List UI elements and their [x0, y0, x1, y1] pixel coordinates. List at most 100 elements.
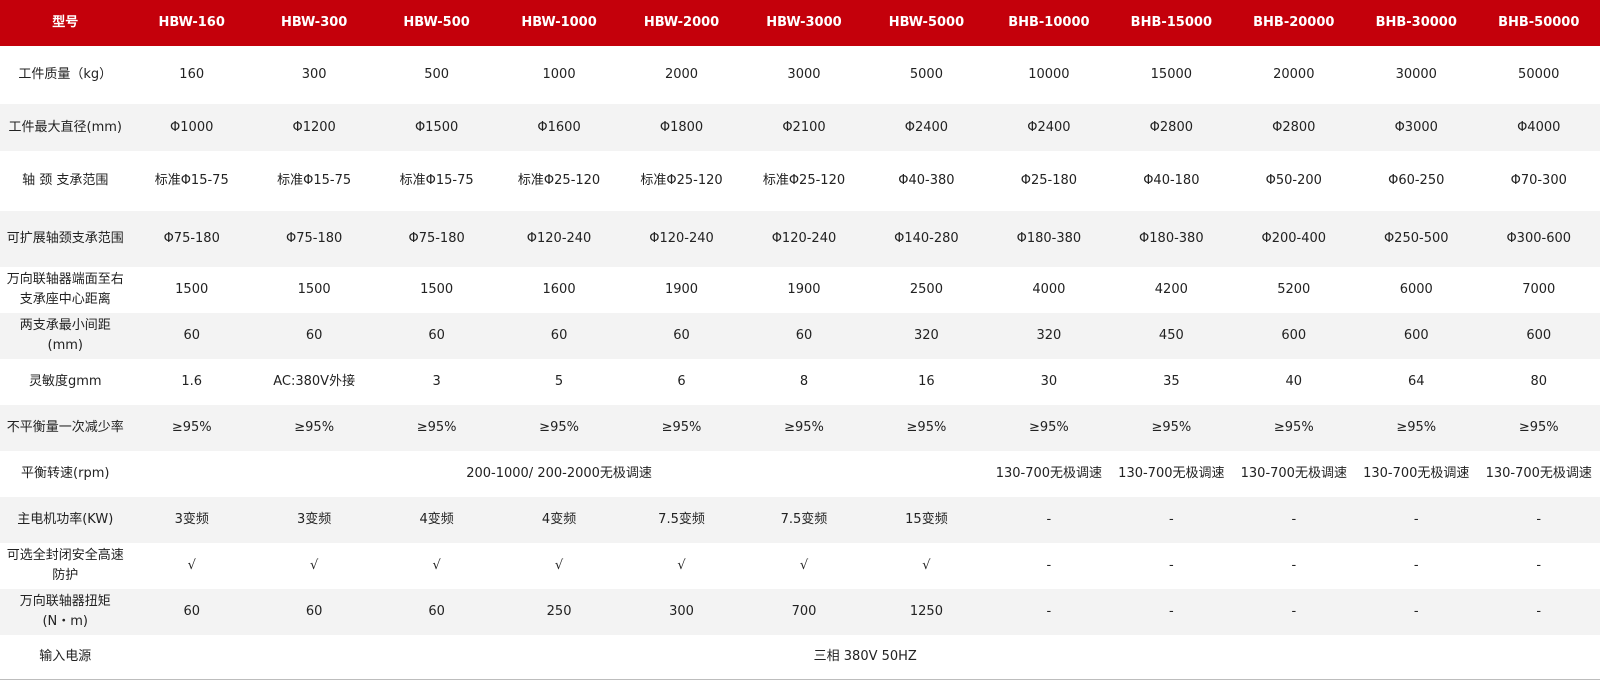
row-label-line: (mm) — [47, 338, 83, 353]
table-row: 灵敏度gmm 1.6 AC:380V外接 3 5 6 8 16 30 35 40… — [0, 359, 1600, 405]
header-cell-model: 型号 — [0, 0, 131, 46]
table-cell: 130-700无极调速 — [1363, 466, 1470, 481]
row-label-line: 万向联轴器扭矩 — [19, 594, 111, 609]
table-cell: 标准Φ15-75 — [154, 173, 229, 188]
table-cell: √ — [922, 558, 931, 573]
table-cell: - — [987, 497, 1111, 543]
table-cell: 3变频 — [130, 497, 253, 543]
table-cell: Φ40-180 — [1143, 173, 1200, 188]
table-cell: - — [1110, 497, 1233, 543]
table-cell: - — [1477, 497, 1600, 543]
table-cell: Φ3000 — [1355, 104, 1478, 151]
table-cell: 60 — [375, 589, 498, 635]
table-cell: 3变频 — [252, 497, 376, 543]
table-cell: Φ70-300 — [1510, 173, 1567, 188]
table-cell: 1250 — [865, 589, 988, 635]
row-label-line: (N・m) — [42, 614, 89, 629]
row-label: 平衡转速(rpm) — [21, 466, 110, 481]
table-cell: 60 — [497, 313, 621, 359]
row-label-line: 万向联轴器端面至右 — [6, 272, 124, 287]
table-cell: Φ120-240 — [497, 211, 621, 267]
table-cell: 1.6 — [181, 374, 203, 389]
table-cell: Φ2800 — [1110, 104, 1233, 151]
table-cell: - — [1232, 589, 1356, 635]
table-cell: Φ1600 — [497, 104, 621, 151]
table-cell: Φ180-380 — [1110, 211, 1233, 267]
table-cell: 40 — [1285, 374, 1303, 389]
table-row: 两支承最小间距 (mm) 60 60 60 60 60 60 320 320 45… — [0, 313, 1600, 359]
header-cell: HBW-5000 — [865, 0, 988, 46]
table-cell: 15000 — [1150, 67, 1193, 82]
table-cell: Φ180-380 — [987, 211, 1111, 267]
table-cell: Φ200-400 — [1232, 211, 1356, 267]
table-cell: 130-700无极调速 — [1485, 466, 1592, 481]
table-cell: 130-700无极调速 — [995, 466, 1103, 481]
table-cell: 4变频 — [497, 497, 621, 543]
table-cell: 60 — [252, 589, 376, 635]
table-cell: 500 — [424, 67, 450, 82]
table-cell: Φ2400 — [865, 104, 988, 151]
table-cell: ≥95% — [1355, 405, 1478, 451]
table-cell: √ — [554, 558, 564, 573]
table-cell: 1500 — [420, 282, 454, 297]
table-cell: Φ60-250 — [1388, 173, 1445, 188]
table-cell: - — [1110, 589, 1233, 635]
table-cell: 60 — [130, 589, 253, 635]
table-cell: 30000 — [1395, 67, 1437, 82]
table-row: 轴 颈 支承范围 标准Φ15-75 标准Φ15-75 标准Φ15-75 标准Φ2… — [0, 151, 1600, 211]
table-row: 工件最大直径(mm) Φ1000 Φ1200 Φ1500 Φ1600 Φ1800… — [0, 104, 1600, 151]
table-cell: 320 — [865, 313, 988, 359]
table-row: 可选全封闭安全高速 防护 √ √ √ √ √ √ √ - - - - - — [0, 543, 1600, 589]
table-cell: 160 — [179, 67, 205, 82]
header-cell: BHB-15000 — [1110, 0, 1233, 46]
table-cell: Φ1000 — [130, 104, 253, 151]
table-cell: Φ120-240 — [620, 211, 743, 267]
table-cell: √ — [187, 558, 196, 573]
header-cell: BHB-30000 — [1355, 0, 1478, 46]
header-cell: HBW-500 — [375, 0, 498, 46]
table-cell: ≥95% — [620, 405, 743, 451]
header-cell: BHB-50000 — [1477, 0, 1600, 46]
table-cell: 60 — [252, 313, 376, 359]
table-cell: 60 — [742, 313, 866, 359]
header-cell: HBW-3000 — [742, 0, 866, 46]
table-cell: ≥95% — [252, 405, 376, 451]
table-cell: 6 — [677, 374, 686, 389]
table-cell: - — [1536, 558, 1542, 573]
table-cell: √ — [799, 558, 809, 573]
table-row: 不平衡量一次减少率 ≥95% ≥95% ≥95% ≥95% ≥95% ≥95% … — [0, 405, 1600, 451]
table-cell: 1600 — [542, 282, 576, 297]
row-label: 不平衡量一次减少率 — [0, 405, 131, 451]
table-cell: √ — [677, 558, 686, 573]
header-cell: HBW-160 — [130, 0, 253, 46]
header-cell: HBW-300 — [252, 0, 376, 46]
table-cell: 320 — [987, 313, 1111, 359]
table-row: 万向联轴器端面至右 支承座中心距离 1500 1500 1500 1600 190… — [0, 267, 1600, 313]
table-cell: 标准Φ25-120 — [640, 173, 723, 188]
row-label: 灵敏度gmm — [28, 374, 102, 389]
table-cell: 250 — [497, 589, 621, 635]
row-label-line: 两支承最小间距 — [19, 318, 111, 333]
table-row: 工件质量（kg） 160 300 500 1000 2000 3000 5000… — [0, 46, 1600, 104]
table-cell: - — [987, 589, 1111, 635]
table-cell: 15变频 — [865, 497, 988, 543]
table-cell: 300 — [301, 67, 327, 82]
table-cell: Φ120-240 — [742, 211, 866, 267]
table-cell: 300 — [620, 589, 743, 635]
merged-cell: 三相 380V 50HZ — [130, 635, 1600, 680]
row-label-line: 支承座中心距离 — [19, 292, 111, 307]
table-cell: Φ1800 — [620, 104, 743, 151]
table-cell: - — [1355, 589, 1478, 635]
table-cell: ≥95% — [497, 405, 621, 451]
table-row: 输入电源 三相 380V 50HZ — [0, 635, 1600, 680]
table-cell: 4200 — [1154, 282, 1188, 297]
table-cell: 60 — [620, 313, 743, 359]
table-cell: ≥95% — [742, 405, 866, 451]
row-label: 可选全封闭安全高速 防护 — [0, 543, 130, 589]
table-cell: ≥95% — [375, 405, 498, 451]
table-cell: Φ75-180 — [130, 211, 253, 267]
row-label-line: 可选全封闭安全高速 — [6, 548, 124, 563]
table-cell: Φ1200 — [252, 104, 376, 151]
table-cell: 64 — [1407, 374, 1425, 389]
table-cell: Φ250-500 — [1355, 211, 1478, 267]
